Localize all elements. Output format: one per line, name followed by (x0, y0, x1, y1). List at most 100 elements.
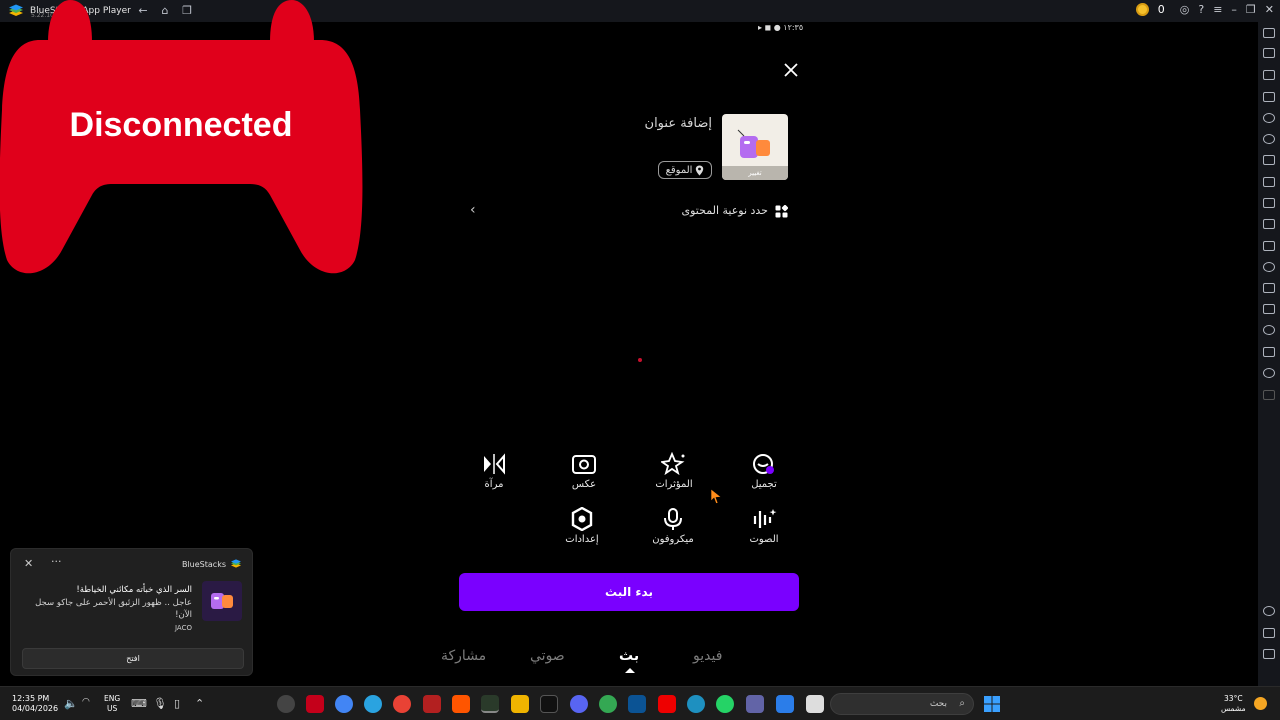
search-placeholder: بحث (929, 699, 947, 709)
lang-bottom: US (106, 704, 118, 713)
search-icon: ⌕ (959, 698, 965, 709)
explorer-icon[interactable] (806, 695, 824, 713)
soundcloud-icon[interactable] (452, 695, 470, 713)
tool-label: ميكروفون (652, 534, 694, 545)
jaco-logo-icon (211, 593, 233, 609)
wifi-icon[interactable]: ◠ (82, 697, 90, 707)
weather-widget[interactable]: 33°C مشمس (1221, 694, 1246, 714)
screenshot-icon[interactable] (1263, 198, 1275, 208)
tool-label: تجميل (751, 479, 777, 490)
sun-icon (1254, 697, 1267, 710)
youtube-icon[interactable] (306, 695, 324, 713)
cover-thumbnail[interactable]: تغيير (722, 114, 788, 180)
performance-icon[interactable] (1263, 177, 1275, 187)
tab-live[interactable]: بث (619, 648, 639, 664)
clock-icon[interactable] (1263, 368, 1275, 378)
toast-open-button[interactable]: افتح (22, 648, 244, 669)
tool-label: إعدادات (565, 534, 599, 545)
coin-icon[interactable] (1135, 3, 1149, 16)
windows-taskbar: 12:35 PM 04/04/2026 🔈 ◠ ENG US ⌨ 🎙 ▯ ⌃ ب… (0, 686, 1280, 720)
menu-icon[interactable]: ≡ (1213, 3, 1222, 16)
weather-desc: مشمس (1221, 704, 1246, 713)
close-icon[interactable] (782, 61, 800, 79)
fullscreen-icon[interactable] (1263, 28, 1275, 38)
eco-mode-icon[interactable] (1263, 304, 1275, 314)
mirror-tool[interactable]: مرآة (459, 452, 529, 490)
voice-tool[interactable]: الصوت (729, 507, 799, 545)
app-icon-1[interactable] (277, 695, 295, 713)
capture-area-icon[interactable] (1263, 219, 1275, 229)
tool-label: مرآة (484, 479, 504, 490)
mouse-cursor-icon (710, 488, 722, 504)
status-time: ١٢:٣٥ (783, 23, 804, 32)
add-title-input[interactable]: إضافة عنوان (612, 116, 712, 131)
help-icon[interactable]: ? (1198, 3, 1204, 16)
copilot-icon[interactable] (776, 695, 794, 713)
more-tools-icon[interactable] (1263, 390, 1275, 400)
pen-icon[interactable]: ▯ (174, 697, 180, 710)
bluestacks-logo-icon (231, 559, 241, 568)
flip-camera-tool[interactable]: عكس (549, 452, 619, 490)
toast-body: عاجل .. ظهور الزئبق الأحمر على جاكو سجل … (35, 598, 192, 620)
minimize-icon[interactable]: – (1231, 3, 1237, 16)
keyboard-controls-icon[interactable] (1263, 92, 1275, 102)
android-home-icon[interactable] (1263, 649, 1275, 659)
multi-instance-icon[interactable] (1263, 283, 1275, 293)
rockstar-icon[interactable] (511, 695, 529, 713)
keyboard-icon[interactable]: ⌨ (131, 697, 147, 710)
account-icon[interactable]: ◎ (1180, 3, 1190, 16)
microphone-icon (664, 508, 682, 530)
flip-camera-icon (572, 455, 596, 474)
toast-title: السر الذي خبأته مكائني الخياطة! (76, 585, 192, 595)
close-window-icon[interactable]: ✕ (1265, 3, 1274, 16)
location-pin-icon (696, 165, 704, 175)
effects-tool[interactable]: المؤثرات (639, 452, 709, 490)
windows-start-icon[interactable] (984, 696, 1000, 712)
close-icon[interactable]: ✕ (24, 557, 33, 570)
location-icon[interactable] (1263, 325, 1275, 335)
jaco-mascot-icon (737, 129, 770, 158)
video-editor-icon[interactable] (423, 695, 441, 713)
teams-icon[interactable] (746, 695, 764, 713)
chrome-alt-icon[interactable] (599, 695, 617, 713)
android-back-icon[interactable] (1263, 628, 1275, 638)
store-icon[interactable] (628, 695, 646, 713)
chrome-canary-icon[interactable] (393, 695, 411, 713)
whatsapp-icon[interactable] (716, 695, 734, 713)
settings-tool[interactable]: إعدادات (547, 507, 617, 545)
rotate-icon[interactable] (1263, 113, 1275, 123)
content-type-selector[interactable]: ‹ حدد نوعية المحتوى (470, 202, 790, 222)
chevron-up-icon[interactable]: ⌃ (195, 697, 204, 710)
speaker-icon[interactable]: 🔈 (64, 697, 78, 710)
bluestacks-screen: { "window": { "title": "BlueStacks App P… (0, 0, 1280, 720)
media-folder-icon[interactable] (1263, 241, 1275, 251)
chrome-icon[interactable] (335, 695, 353, 713)
mic-tray-icon[interactable]: 🎙 (153, 697, 167, 710)
tab-video[interactable]: فيديو (693, 648, 722, 664)
discord-icon[interactable] (570, 695, 588, 713)
start-live-button[interactable]: بدء البث (459, 573, 799, 611)
language-indicator[interactable]: ENG US (104, 694, 120, 714)
sync-icon[interactable] (1263, 262, 1275, 272)
macro-icon[interactable] (1263, 134, 1275, 144)
edge-icon[interactable] (687, 695, 705, 713)
game-controls-icon[interactable] (1263, 155, 1275, 165)
tab-share[interactable]: مشاركة (441, 648, 486, 664)
youtube-alt-icon[interactable] (658, 695, 676, 713)
layers-icon[interactable] (1263, 347, 1275, 357)
telegram-icon[interactable] (364, 695, 382, 713)
restore-icon[interactable]: ❐ (1246, 3, 1256, 16)
settings-gear-icon[interactable] (1263, 606, 1275, 616)
taskbar-search[interactable]: بحث ⌕ (830, 693, 974, 715)
beauty-tool[interactable]: تجميل (729, 452, 799, 490)
more-options-icon[interactable]: ··· (51, 555, 62, 568)
bluestacks-taskbar-icon[interactable] (481, 695, 499, 713)
tab-audio[interactable]: صوتي (530, 648, 565, 664)
clock[interactable]: 12:35 PM 04/04/2026 (12, 694, 58, 714)
volume-icon[interactable] (1263, 48, 1275, 58)
screen-record-icon[interactable] (1263, 70, 1275, 80)
lang-top: ENG (104, 694, 121, 703)
tiktok-icon[interactable] (540, 695, 558, 713)
location-button[interactable]: الموقع (658, 161, 712, 179)
microphone-tool[interactable]: ميكروفون (638, 507, 708, 545)
